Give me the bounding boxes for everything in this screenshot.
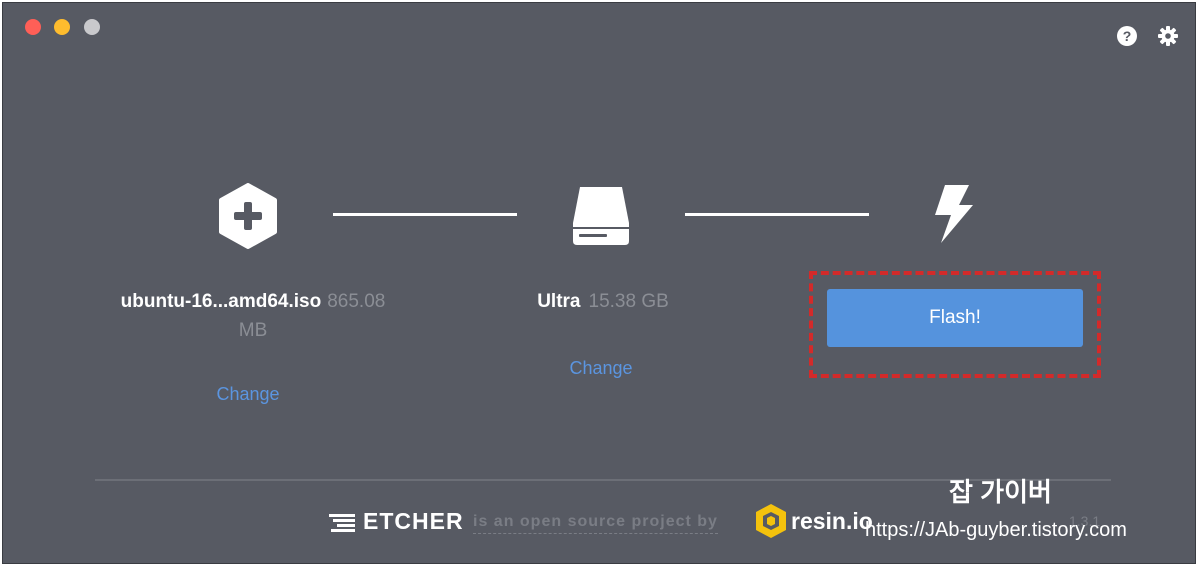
drive-info: Ultra 15.38 GB [423, 291, 783, 313]
image-size: 865.08 [327, 291, 386, 312]
svg-text:?: ? [1123, 28, 1132, 44]
image-info: ubuntu-16...amd64.iso 865.08 [63, 291, 443, 313]
lightning-icon [935, 185, 973, 243]
footer-tagline: is an open source project by [473, 513, 718, 534]
drive-name: Ultra [537, 291, 581, 312]
watermark-title: 잡 가이버 [949, 477, 1052, 507]
step-connector-2 [685, 213, 869, 216]
change-drive-link[interactable]: Change [536, 358, 666, 379]
etcher-window: ? ubuntu-16...amd64.iso865.08 MB Change [2, 2, 1196, 564]
etcher-brand[interactable]: ETCHER [363, 508, 464, 535]
resin-brand[interactable]: resin.io [791, 508, 873, 535]
watermark-url: https://JAb-guyber.tistory.com [865, 519, 1127, 541]
drive-size: 15.38 GB [588, 291, 669, 312]
image-filename: ubuntu-16...amd64.iso [120, 291, 322, 312]
drive-icon[interactable] [571, 183, 631, 247]
resin-logo-icon [756, 504, 786, 538]
image-size-unit: MB [238, 320, 268, 341]
change-image-link[interactable]: Change [183, 384, 313, 405]
help-icon[interactable]: ? [1116, 25, 1138, 47]
zoom-window-button[interactable] [84, 19, 100, 35]
gear-icon[interactable] [1157, 25, 1179, 47]
step-connector-1 [333, 213, 517, 216]
minimize-window-button[interactable] [54, 19, 70, 35]
close-window-button[interactable] [25, 19, 41, 35]
hexagon-plus-icon[interactable] [217, 183, 279, 249]
flash-button[interactable]: Flash! [827, 289, 1083, 347]
